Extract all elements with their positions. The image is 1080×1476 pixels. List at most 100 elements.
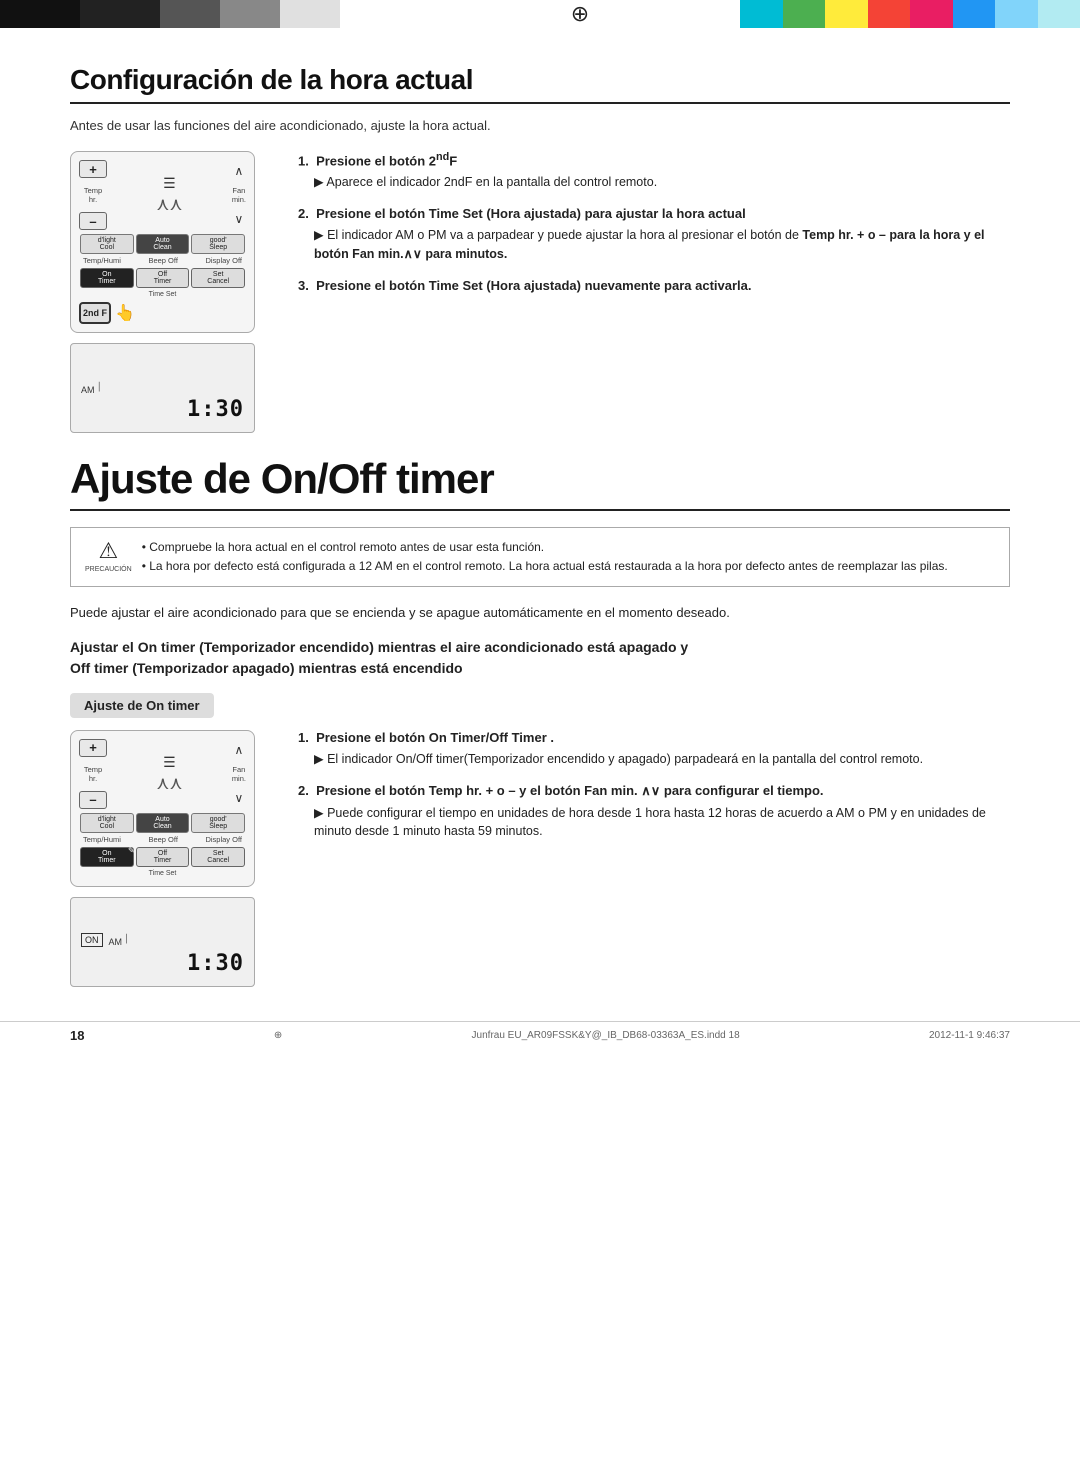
page-content: Configuración de la hora actual Antes de… — [0, 28, 1080, 1049]
color-block-white — [280, 0, 340, 28]
display2-off-label: Display Off — [205, 835, 242, 844]
on-step2-title: 2. Presione el botón Temp hr. + o – y el… — [298, 783, 1010, 799]
on-step1-title: 1. Presione el botón On Timer/Off Timer … — [298, 730, 1010, 745]
mode-auto-btn[interactable]: AutoClean — [136, 234, 190, 254]
color-block-ltcyan — [1038, 0, 1080, 28]
2nd-f-btn[interactable]: 2nd F — [79, 302, 111, 324]
step2: 2. Presione el botón Time Set (Hora ajus… — [298, 206, 1010, 264]
remote-control-2: + Temphr. – ☰ ⋏⋏ ∧ Fanmin. ∨ d'l — [70, 730, 255, 887]
footer-date-info: 2012-11-1 9:46:37 — [929, 1030, 1010, 1041]
set2-cancel-btn[interactable]: SetCancel — [191, 847, 245, 867]
warning-text-2: La hora por defecto está configurada a 1… — [149, 559, 948, 573]
temp2-plus-btn[interactable]: + — [79, 739, 107, 757]
on-step2: 2. Presione el botón Temp hr. + o – y el… — [298, 783, 1010, 842]
top-compass-area: ⊕ — [420, 0, 740, 28]
display-off-label: Display Off — [205, 256, 242, 265]
remote-center-icons: ☰ ⋏⋏ — [156, 175, 182, 215]
display2-time: 1:30 — [81, 951, 244, 976]
fan-down-arrow[interactable]: ∨ — [235, 212, 244, 226]
display1-am-label: AM │ — [81, 382, 244, 395]
on-step2-body: Puede configurar el tiempo en unidades d… — [314, 804, 1010, 842]
fan2-up-arrow[interactable]: ∧ — [235, 743, 244, 757]
color-block-black1 — [0, 0, 80, 28]
temp-minus-btn[interactable]: – — [79, 212, 107, 230]
section2-desc: Puede ajustar el aire acondicionado para… — [70, 603, 1010, 623]
fan-up-arrow[interactable]: ∧ — [235, 164, 244, 178]
remote2-btn-main-row: + Temphr. – ☰ ⋏⋏ ∧ Fanmin. ∨ — [79, 739, 246, 809]
fan2-min-label: Fanmin. — [232, 765, 246, 783]
step2-detail: El indicador AM o PM va a parpadear y pu… — [314, 226, 1010, 264]
finger-icon: 👆 — [115, 303, 135, 323]
remote-col-2: + Temphr. – ☰ ⋏⋏ ∧ Fanmin. ∨ d'l — [70, 730, 270, 987]
section2-content-row: + Temphr. – ☰ ⋏⋏ ∧ Fanmin. ∨ d'l — [70, 730, 1010, 987]
step1-detail: Aparece el indicador 2ndF en la pantalla… — [314, 173, 1010, 192]
2nd-f-row: 2nd F 👆 — [79, 302, 246, 324]
remote-control-1: + Temphr. – ☰ ⋏⋏ ∧ Fanmin. ∨ — [70, 151, 255, 333]
off-timer-btn[interactable]: OffTimer — [136, 268, 190, 288]
mode2-good-btn[interactable]: good'Sleep — [191, 813, 245, 833]
page-number: 18 — [70, 1028, 84, 1043]
fan2-down-arrow[interactable]: ∨ — [235, 791, 244, 805]
temp-humi-label: Temp/Humi — [83, 256, 121, 265]
on-step1-detail: El indicador On/Off timer(Temporizador e… — [314, 750, 1010, 769]
remote2-label-row: Temp/Humi Beep Off Display Off — [79, 835, 246, 844]
off2-timer-btn[interactable]: OffTimer — [136, 847, 190, 867]
footer: 18 ⊕ Junfrau EU_AR09FSSK&Y@_IB_DB68-0336… — [0, 1021, 1080, 1049]
color-block-cyan — [740, 0, 783, 28]
on2-timer-btn[interactable]: OnTimer ✎ — [80, 847, 134, 867]
top-bar-grayscale — [0, 0, 420, 28]
on-step2-detail: Puede configurar el tiempo en unidades d… — [314, 804, 1010, 842]
display1-time: 1:30 — [81, 397, 244, 422]
section1-steps: 1. Presione el botón 2ndF Aparece el ind… — [298, 151, 1010, 433]
step2-title: 2. Presione el botón Time Set (Hora ajus… — [298, 206, 1010, 221]
remote-display-2: ON AM │ 1:30 — [70, 897, 255, 987]
color-block-gray2 — [220, 0, 280, 28]
fan-min-label: Fanmin. — [232, 186, 246, 204]
remote2-mode-row: d'lightCool AutoClean good'Sleep — [79, 813, 246, 833]
step1: 1. Presione el botón 2ndF Aparece el ind… — [298, 151, 1010, 192]
fan-min-controls: ∧ Fanmin. ∨ — [232, 164, 246, 226]
top-bar-colors — [740, 0, 1080, 28]
top-color-bar: ⊕ — [0, 0, 1080, 28]
section2-title: Ajuste de On/Off timer — [70, 455, 1010, 511]
warning-text: • Compruebe la hora actual en el control… — [142, 538, 948, 576]
step3: 3. Presione el botón Time Set (Hora ajus… — [298, 278, 1010, 293]
mode2-auto-btn[interactable]: AutoClean — [136, 813, 190, 833]
color-block-ltblue — [995, 0, 1038, 28]
remote-icon-mid: ⋏⋏ — [156, 194, 182, 215]
footer-file-info: Junfrau EU_AR09FSSK&Y@_IB_DB68-03363A_ES… — [472, 1030, 740, 1041]
remote-label-row: Temp/Humi Beep Off Display Off — [79, 256, 246, 265]
temp-hr-label: Temphr. — [84, 186, 102, 204]
mode-dlight-btn[interactable]: d'lightCool — [80, 234, 134, 254]
set-cancel-btn[interactable]: SetCancel — [191, 268, 245, 288]
remote2-timer-row: OnTimer ✎ OffTimer SetCancel — [79, 847, 246, 867]
remote2-icon-top: ☰ — [163, 754, 176, 771]
color-block-blue — [953, 0, 996, 28]
mode2-dlight-btn[interactable]: d'lightCool — [80, 813, 134, 833]
step3-title: 3. Presione el botón Time Set (Hora ajus… — [298, 278, 1010, 293]
color-block-red — [868, 0, 911, 28]
color-block-black2 — [80, 0, 160, 28]
mode-good-btn[interactable]: good'Sleep — [191, 234, 245, 254]
section2-steps: 1. Presione el botón On Timer/Off Timer … — [298, 730, 1010, 987]
time-set-label: Time Set — [79, 291, 246, 298]
temp-plus-btn[interactable]: + — [79, 160, 107, 178]
remote2-icon-mid: ⋏⋏ — [156, 773, 182, 794]
temp-hr-controls: + Temphr. – — [79, 160, 107, 230]
remote-mode-row: d'lightCool AutoClean good'Sleep — [79, 234, 246, 254]
time2-set-label: Time Set — [79, 870, 246, 877]
on-step1: 1. Presione el botón On Timer/Off Timer … — [298, 730, 1010, 769]
remote2-center-icons: ☰ ⋏⋏ — [156, 754, 182, 794]
color-block-magenta — [910, 0, 953, 28]
warning-triangle-icon: ⚠ — [98, 538, 118, 564]
beep2-off-label: Beep Off — [148, 835, 177, 844]
compass-icon: ⊕ — [571, 1, 589, 27]
beep-off-label: Beep Off — [148, 256, 177, 265]
display2-on-badge: ON — [81, 933, 103, 947]
color-block-gray1 — [160, 0, 220, 28]
on-timer-btn[interactable]: OnTimer — [80, 268, 134, 288]
color-block-green — [783, 0, 826, 28]
remote-btn-main-row: + Temphr. – ☰ ⋏⋏ ∧ Fanmin. ∨ — [79, 160, 246, 230]
temp2-minus-btn[interactable]: – — [79, 791, 107, 809]
remote-icon-top: ☰ — [163, 175, 176, 192]
